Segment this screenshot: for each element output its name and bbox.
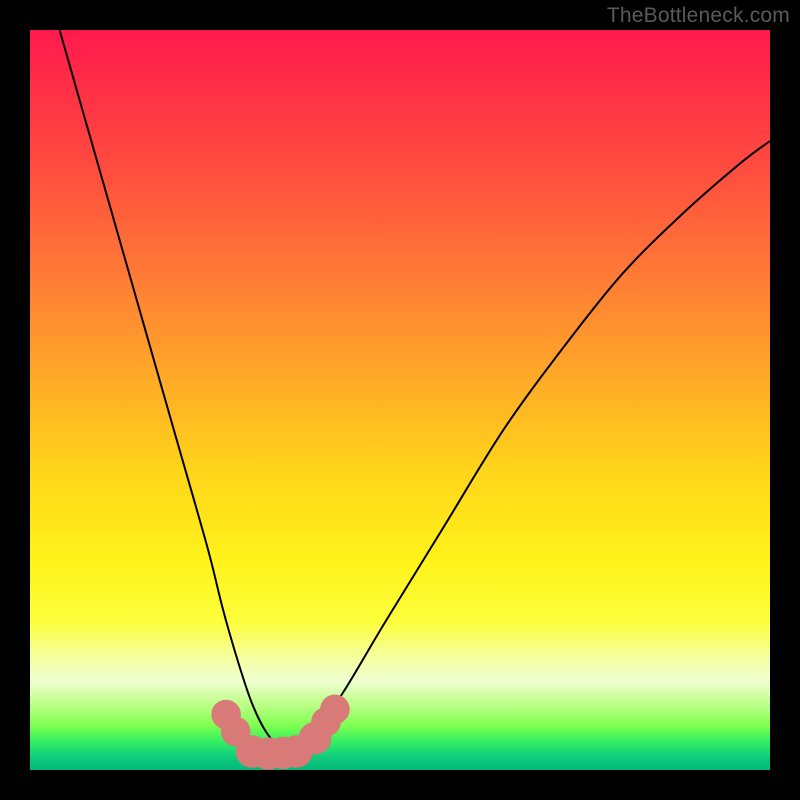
chart-frame: TheBottleneck.com <box>0 0 800 800</box>
plot-area <box>30 30 770 770</box>
bottleneck-curve <box>60 30 770 750</box>
curve-marker <box>320 695 350 725</box>
watermark-text: TheBottleneck.com <box>607 4 790 28</box>
curve-layer <box>60 30 770 750</box>
marker-layer <box>211 695 349 771</box>
chart-svg <box>30 30 770 770</box>
